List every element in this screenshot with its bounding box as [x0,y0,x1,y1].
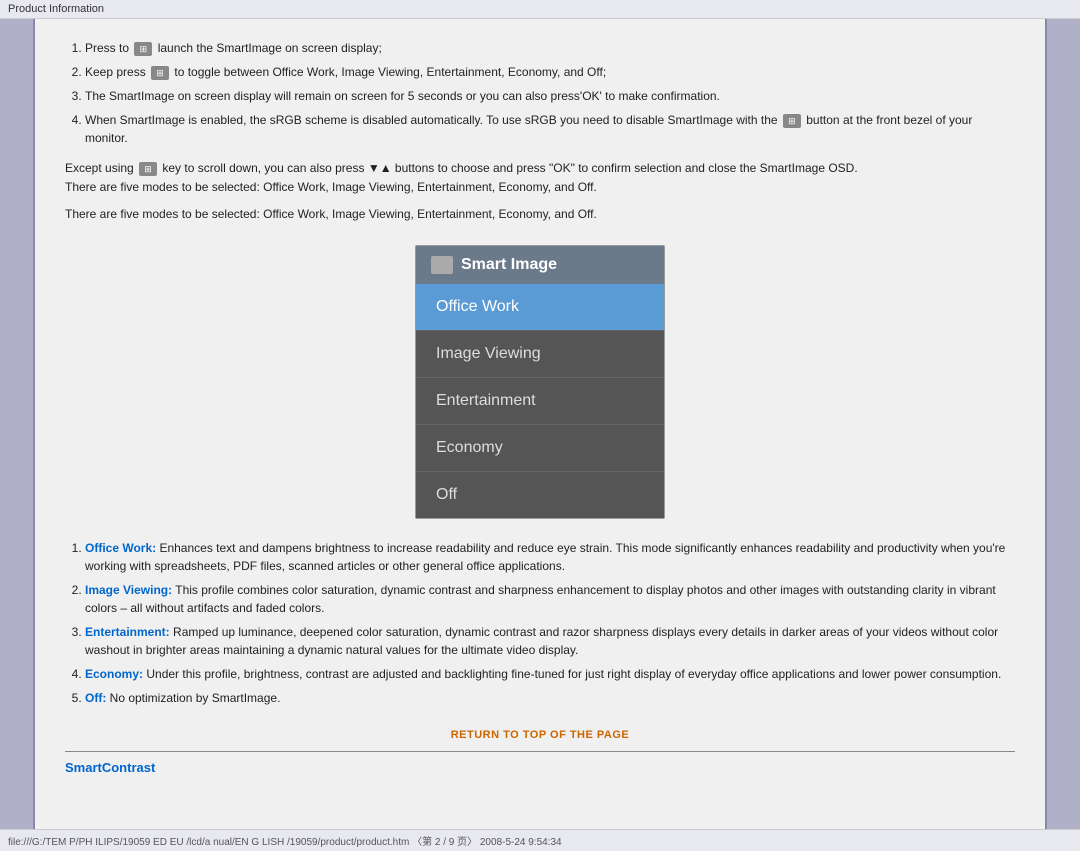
off-link[interactable]: Off: [85,691,106,705]
smartimage-icon-4: ⊞ [783,114,801,128]
smart-contrast-link[interactable]: SmartContrast [65,760,155,775]
desc-off: Off: No optimization by SmartImage. [85,689,1015,707]
descriptions-list: Office Work: Enhances text and dampens b… [85,539,1015,707]
smart-image-item-label: Entertainment [436,392,536,409]
step-2: Keep press ⊞ to toggle between Office Wo… [85,63,1015,81]
main-content: Press to ⊞ launch the SmartImage on scre… [35,19,1045,829]
bottom-bar-text: file:///G:/TEM P/PH ILIPS/19059 ED EU /l… [8,837,562,848]
return-to-top: RETURN TO TOP OF THE PAGE [65,727,1015,741]
smart-image-item-office-work[interactable]: Office Work [416,284,664,331]
top-bar-label: Product Information [8,3,104,15]
return-to-top-link[interactable]: RETURN TO TOP OF THE PAGE [451,729,630,741]
desc-office-work: Office Work: Enhances text and dampens b… [85,539,1015,575]
smart-image-box: Smart Image Office Work Image Viewing En… [415,245,665,519]
entertainment-link[interactable]: Entertainment: [85,625,170,639]
image-viewing-link[interactable]: Image Viewing: [85,583,172,597]
step-3: The SmartImage on screen display will re… [85,87,1015,105]
smart-image-header: Smart Image [416,246,664,284]
step-4: When SmartImage is enabled, the sRGB sch… [85,111,1015,147]
page-layout: Press to ⊞ launch the SmartImage on scre… [0,19,1080,829]
smart-image-header-icon [431,256,453,274]
smart-image-title: Smart Image [461,256,557,274]
smart-image-item-label: Off [436,486,457,503]
office-work-link[interactable]: Office Work: [85,541,156,555]
desc-image-viewing: Image Viewing: This profile combines col… [85,581,1015,617]
right-sidebar [1045,19,1080,829]
steps-list: Press to ⊞ launch the SmartImage on scre… [65,39,1015,147]
top-bar: Product Information [0,0,1080,19]
economy-link[interactable]: Economy: [85,667,143,681]
step-1: Press to ⊞ launch the SmartImage on scre… [85,39,1015,57]
smart-image-item-off[interactable]: Off [416,472,664,518]
smart-image-item-entertainment[interactable]: Entertainment [416,378,664,425]
scroll-icon: ⊞ [139,162,157,176]
smart-image-item-label: Economy [436,439,503,456]
smart-image-item-image-viewing[interactable]: Image Viewing [416,331,664,378]
smartimage-icon-2: ⊞ [151,66,169,80]
smartimage-icon-1: ⊞ [134,42,152,56]
smart-contrast-section: SmartContrast [65,751,1015,775]
paragraph-modes: There are five modes to be selected: Off… [65,205,1015,224]
smart-image-item-economy[interactable]: Economy [416,425,664,472]
desc-economy: Economy: Under this profile, brightness,… [85,665,1015,683]
paragraph-scroll: Except using ⊞ key to scroll down, you c… [65,159,1015,197]
smart-image-item-label: Image Viewing [436,345,541,362]
bottom-bar: file:///G:/TEM P/PH ILIPS/19059 ED EU /l… [0,829,1080,851]
desc-entertainment: Entertainment: Ramped up luminance, deep… [85,623,1015,659]
left-sidebar [0,19,35,829]
smart-image-item-label: Office Work [436,298,519,315]
